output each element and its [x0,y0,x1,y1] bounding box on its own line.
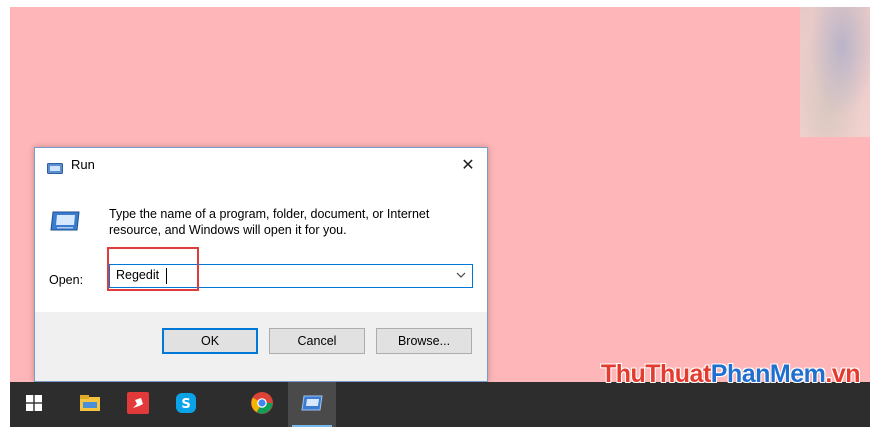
desktop-background: Run ✕ Type the name of a program, folder… [10,7,870,382]
browse-button[interactable]: Browse... [376,328,472,354]
open-label: Open: [49,273,84,287]
ok-button[interactable]: OK [162,328,258,354]
taskbar-run-active[interactable] [288,382,336,427]
run-program-icon [49,210,81,236]
svg-text:S: S [181,397,190,412]
dialog-body: Type the name of a program, folder, docu… [35,180,487,312]
run-title-icon [47,159,63,178]
dialog-footer: OK Cancel Browse... [35,312,487,381]
wallpaper-art [800,7,870,137]
dialog-description: Type the name of a program, folder, docu… [109,207,430,237]
dialog-titlebar[interactable]: Run ✕ [35,148,487,180]
run-icon [301,395,323,415]
taskbar-chrome[interactable] [238,382,286,427]
close-button[interactable]: ✕ [449,148,487,180]
taskbar-file-explorer[interactable] [66,382,114,427]
site-watermark: ThuThuatPhanMem.vn [600,360,861,389]
dialog-title: Run [71,157,95,172]
close-icon: ✕ [461,154,475,174]
windows-start-icon [26,394,42,415]
cancel-button[interactable]: Cancel [269,328,365,354]
watermark-part1: ThuThuat [600,360,711,388]
run-dialog: Run ✕ Type the name of a program, folder… [34,147,488,382]
red-highlight-box [107,247,199,291]
skype-icon: S [175,392,197,418]
watermark-part3: .vn [825,360,860,388]
taskbar-pinned-app[interactable] [114,382,162,427]
file-explorer-icon [79,394,101,416]
start-button[interactable] [10,382,58,427]
chevron-down-icon[interactable] [456,268,466,285]
watermark-part2: PhanMem [710,360,826,388]
taskbar-skype[interactable]: S [162,382,210,427]
pin-app-icon [127,391,149,418]
chrome-icon [250,391,274,419]
